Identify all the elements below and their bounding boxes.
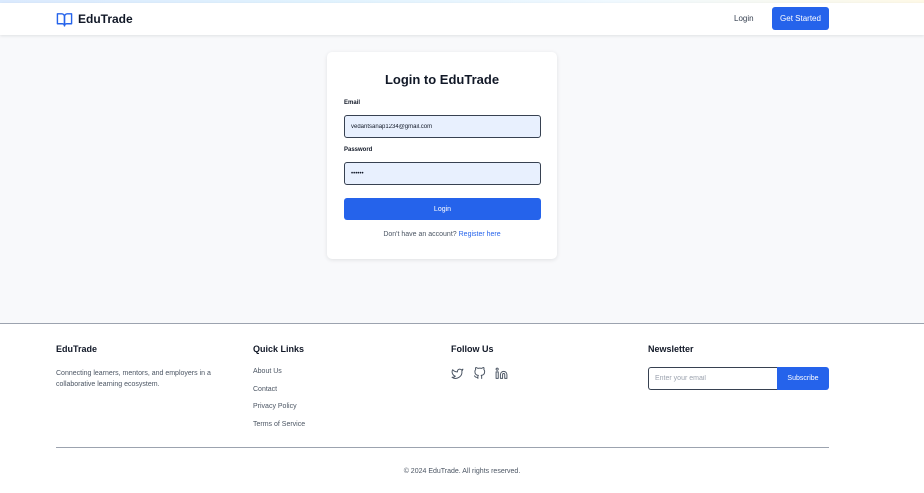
- footer-link-terms[interactable]: Terms of Service: [253, 421, 305, 428]
- quick-links-heading: Quick Links: [253, 344, 305, 354]
- follow-heading: Follow Us: [451, 344, 494, 354]
- copyright-text: © 2024 EduTrade. All rights reserved.: [403, 468, 521, 475]
- navbar: EduTrade Login Get Started: [0, 3, 924, 35]
- newsletter-email-input[interactable]: [648, 367, 777, 390]
- email-label: Email: [344, 100, 361, 106]
- nav-login-button[interactable]: Login: [734, 14, 754, 23]
- get-started-button[interactable]: Get Started: [772, 7, 829, 30]
- footer-link-privacy[interactable]: Privacy Policy: [253, 403, 297, 410]
- login-card: Login to EduTrade Email Password Login D…: [327, 52, 557, 259]
- footer-quick-links-column: Quick Links About Us Contact Privacy Pol…: [253, 344, 305, 438]
- footer-link-item: Privacy Policy: [253, 403, 305, 411]
- footer-brand-heading: EduTrade: [56, 344, 98, 354]
- social-links: [451, 367, 508, 380]
- footer-newsletter-column: Newsletter Subscribe: [648, 344, 829, 390]
- linkedin-icon[interactable]: [495, 367, 508, 380]
- book-open-icon: [56, 12, 73, 27]
- register-link[interactable]: Register here: [459, 231, 501, 238]
- quick-links-list: About Us Contact Privacy Policy Terms of…: [253, 368, 305, 429]
- newsletter-heading: Newsletter: [648, 344, 694, 354]
- footer-brand-column: EduTrade Connecting learners, mentors, a…: [56, 344, 241, 390]
- footer-follow-column: Follow Us: [451, 344, 508, 380]
- footer-link-item: Terms of Service: [253, 421, 305, 429]
- register-prompt-text: Don't have an account?: [383, 231, 457, 238]
- email-field[interactable]: [344, 115, 541, 138]
- footer-divider: [56, 447, 829, 448]
- brand-name: EduTrade: [78, 12, 133, 26]
- subscribe-button[interactable]: Subscribe: [777, 367, 829, 390]
- register-prompt: Don't have an account? Register here: [327, 231, 557, 238]
- footer-link-item: About Us: [253, 368, 305, 376]
- login-submit-button[interactable]: Login: [344, 198, 541, 220]
- twitter-icon[interactable]: [451, 367, 464, 380]
- password-field[interactable]: [344, 162, 541, 185]
- password-label: Password: [344, 147, 373, 153]
- footer-description: Connecting learners, mentors, and employ…: [56, 370, 211, 388]
- footer: EduTrade Connecting learners, mentors, a…: [0, 323, 924, 493]
- login-title: Login to EduTrade: [384, 72, 500, 87]
- newsletter-form: Subscribe: [648, 367, 829, 390]
- footer-link-item: Contact: [253, 386, 305, 394]
- footer-link-contact[interactable]: Contact: [253, 386, 277, 393]
- brand[interactable]: EduTrade: [56, 10, 133, 28]
- footer-link-about[interactable]: About Us: [253, 368, 282, 375]
- github-icon[interactable]: [473, 367, 486, 380]
